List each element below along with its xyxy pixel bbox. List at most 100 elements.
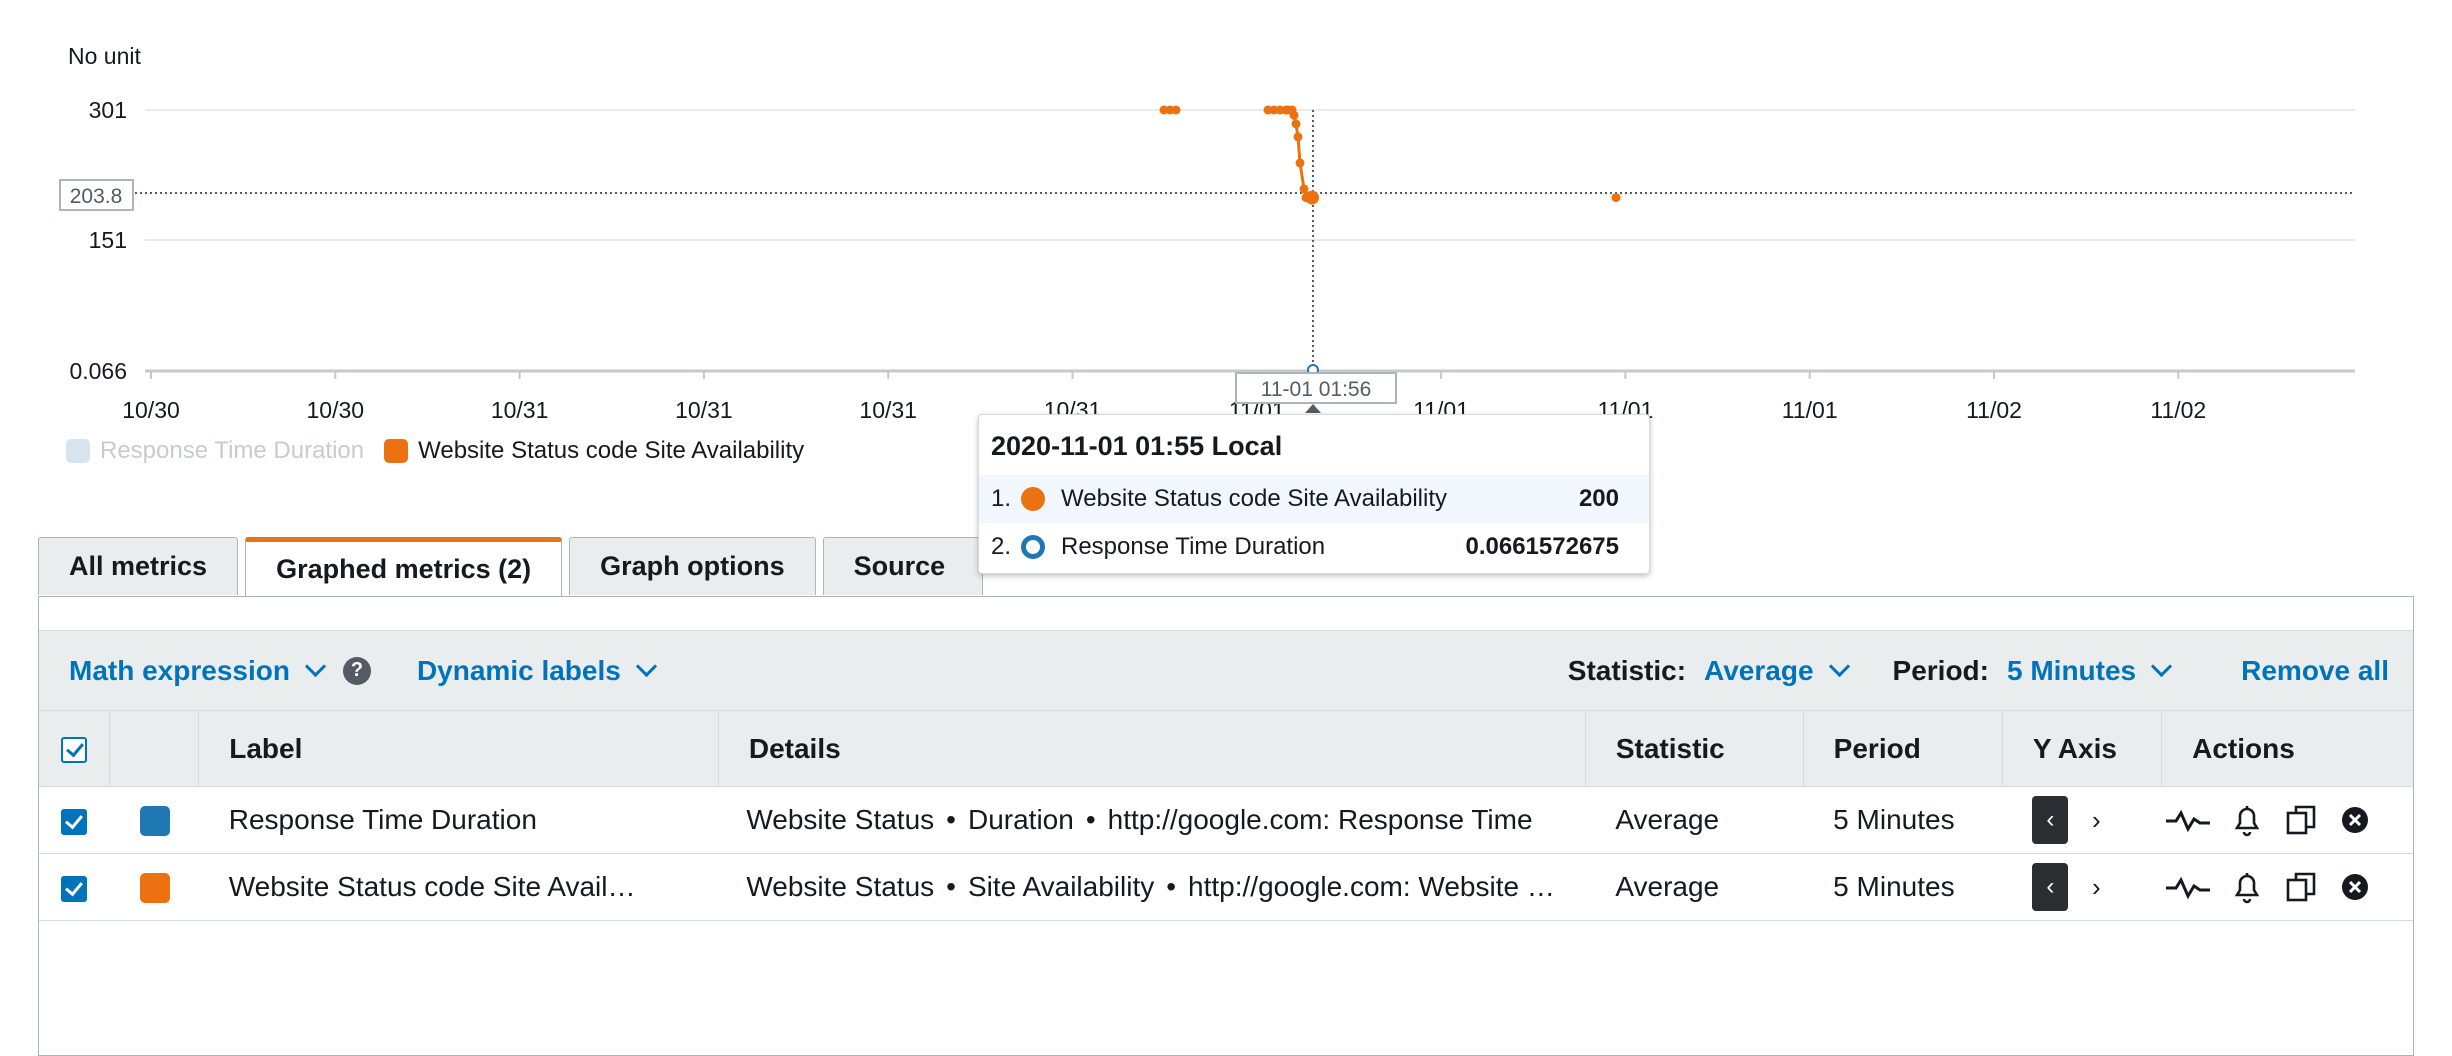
color-column-header bbox=[109, 710, 199, 787]
tooltip-row-value: 0.0661572675 bbox=[1465, 533, 1620, 560]
tooltip-title: 2020-11-01 01:55 Local bbox=[991, 431, 1283, 461]
tab-graph-options[interactable]: Graph options bbox=[569, 537, 816, 595]
y-tick-label: 151 bbox=[89, 227, 127, 253]
tooltip-row-number: 2. bbox=[991, 533, 1012, 560]
dynamic-labels-label: Dynamic labels bbox=[416, 654, 621, 686]
series-color-swatch[interactable] bbox=[139, 873, 170, 904]
availability-line bbox=[1268, 108, 1312, 200]
availability-hover-point bbox=[1305, 190, 1319, 205]
row-actions-cell bbox=[2161, 786, 2413, 854]
row-color-cell bbox=[109, 853, 199, 921]
bell-icon[interactable] bbox=[2231, 803, 2263, 837]
x-tick-label: 10/31 bbox=[859, 397, 917, 420]
table-row: Website Status code Site Avail… Website … bbox=[39, 853, 2413, 921]
graphed-metrics-toolbar: Math expression ? Dynamic labels Statist… bbox=[39, 630, 2413, 710]
table-header-row: Label Details Statistic Period Y Axis Ac… bbox=[39, 710, 2413, 787]
chevron-down-icon bbox=[2151, 655, 2173, 678]
legend-swatch bbox=[66, 439, 90, 463]
graph-this-metric-icon[interactable] bbox=[2165, 805, 2210, 835]
column-header-actions: Actions bbox=[2161, 710, 2413, 787]
y-axis-left-button[interactable]: ‹ bbox=[2032, 796, 2069, 844]
row-statistic[interactable]: Average bbox=[1585, 853, 1804, 921]
y-tick-label: 301 bbox=[89, 97, 127, 123]
help-icon[interactable]: ? bbox=[342, 656, 371, 685]
x-tick-label: 11/02 bbox=[1966, 397, 2022, 420]
row-details-cell: Website Status • Site Availability • http://… bbox=[718, 853, 1586, 921]
legend-item-site-availability[interactable]: Website Status code Site Availability bbox=[384, 437, 804, 465]
availability-data-point bbox=[1611, 193, 1621, 203]
tooltip-row-value: 200 bbox=[1578, 485, 1619, 512]
tab-graphed-metrics[interactable]: Graphed metrics (2) bbox=[245, 537, 563, 597]
x-tick-label: 11/01 bbox=[1782, 397, 1838, 420]
x-tick-label: 10/31 bbox=[491, 397, 549, 420]
tooltip-row-number: 1. bbox=[991, 485, 1012, 512]
series-website-status-availability bbox=[1159, 105, 1621, 205]
chevron-down-icon bbox=[635, 655, 657, 678]
row-select-cell bbox=[39, 853, 110, 921]
row-checkbox[interactable] bbox=[61, 808, 87, 835]
select-all-cell bbox=[39, 710, 110, 787]
tooltip-row: 1. Website Status code Site Availability… bbox=[979, 475, 1649, 523]
x-hover-time: 11-01 01:56 bbox=[1261, 378, 1372, 401]
row-y-axis-cell: ‹ › bbox=[2002, 786, 2162, 854]
row-period[interactable]: 5 Minutes bbox=[1803, 786, 2003, 854]
remove-all-button[interactable]: Remove all bbox=[2241, 655, 2389, 687]
tooltip-series-dot bbox=[1021, 487, 1045, 511]
column-header-period[interactable]: Period bbox=[1802, 710, 2003, 787]
bell-icon[interactable] bbox=[2231, 870, 2263, 904]
copy-icon[interactable] bbox=[2285, 803, 2319, 837]
select-all-checkbox[interactable] bbox=[61, 737, 87, 764]
statistic-value: Average bbox=[1704, 654, 1814, 686]
graph-this-metric-icon[interactable] bbox=[2165, 872, 2210, 902]
row-checkbox[interactable] bbox=[61, 875, 87, 902]
row-label-cell[interactable]: Website Status code Site Avail… bbox=[198, 853, 719, 921]
statistic-label: Statistic: bbox=[1567, 654, 1687, 686]
chevron-down-icon bbox=[304, 655, 327, 678]
tab-all-metrics[interactable]: All metrics bbox=[38, 537, 239, 595]
row-period[interactable]: 5 Minutes bbox=[1803, 853, 2003, 921]
legend-label: Website Status code Site Availability bbox=[418, 437, 805, 464]
row-label-cell[interactable]: Response Time Duration bbox=[198, 786, 719, 854]
x-hover-caret bbox=[1305, 404, 1321, 413]
column-header-y-axis[interactable]: Y Axis bbox=[2001, 710, 2162, 787]
chart-legend: Response Time Duration Website Status co… bbox=[66, 437, 824, 465]
legend-label: Response Time Duration bbox=[100, 437, 365, 464]
copy-icon[interactable] bbox=[2285, 870, 2319, 904]
series-color-swatch[interactable] bbox=[139, 806, 170, 837]
dynamic-labels-dropdown[interactable]: Dynamic labels bbox=[416, 654, 657, 687]
y-axis-unit: No unit bbox=[68, 43, 141, 69]
tooltip-row: 2. Response Time Duration 0.0661572675 bbox=[979, 523, 1649, 571]
remove-metric-icon[interactable] bbox=[2341, 806, 2369, 834]
y-tick-label: 0.066 bbox=[69, 358, 127, 384]
row-label: Website Status code Site Avail… bbox=[228, 871, 636, 902]
math-expression-label: Math expression bbox=[69, 654, 290, 686]
y-axis-right-button[interactable]: › bbox=[2078, 796, 2114, 844]
tab-source[interactable]: Source bbox=[822, 537, 983, 595]
period-label: Period: bbox=[1892, 654, 1989, 686]
y-axis-left-button[interactable]: ‹ bbox=[2032, 863, 2069, 911]
y-axis-right-button[interactable]: › bbox=[2078, 863, 2114, 911]
row-statistic[interactable]: Average bbox=[1585, 786, 1804, 854]
row-select-cell bbox=[39, 786, 110, 854]
column-header-statistic[interactable]: Statistic bbox=[1584, 710, 1804, 787]
row-color-cell bbox=[109, 786, 199, 854]
legend-item-response-time[interactable]: Response Time Duration bbox=[66, 437, 364, 465]
graphed-metrics-table: Label Details Statistic Period Y Axis Ac… bbox=[39, 710, 2413, 921]
x-tick-label: 10/30 bbox=[307, 397, 365, 420]
y-hover-value: 203.8 bbox=[70, 185, 123, 208]
row-details: Website Status • Duration • http://google.co… bbox=[746, 804, 1533, 835]
math-expression-dropdown[interactable]: Math expression bbox=[69, 654, 327, 687]
availability-data-point bbox=[1171, 105, 1181, 115]
tooltip-row-label: Website Status code Site Availability bbox=[1061, 485, 1447, 512]
remove-metric-icon[interactable] bbox=[2341, 873, 2369, 901]
period-dropdown[interactable]: 5 Minutes bbox=[2007, 655, 2173, 687]
column-header-label[interactable]: Label bbox=[198, 710, 719, 787]
chart-tooltip: 2020-11-01 01:55 Local 1. Website Status… bbox=[978, 414, 1650, 574]
column-header-details[interactable]: Details bbox=[717, 710, 1586, 787]
row-details-cell: Website Status • Duration • http://google.co… bbox=[718, 786, 1586, 854]
metrics-chart[interactable]: No unit 301 151 0.066 203.8 10/30 10/30 10… bbox=[0, 0, 2452, 420]
statistic-dropdown[interactable]: Average bbox=[1704, 654, 1850, 687]
tooltip-row-label: Response Time Duration bbox=[1061, 533, 1326, 560]
x-tick-label: 11/02 bbox=[2150, 397, 2206, 420]
row-label: Response Time Duration bbox=[228, 804, 537, 835]
